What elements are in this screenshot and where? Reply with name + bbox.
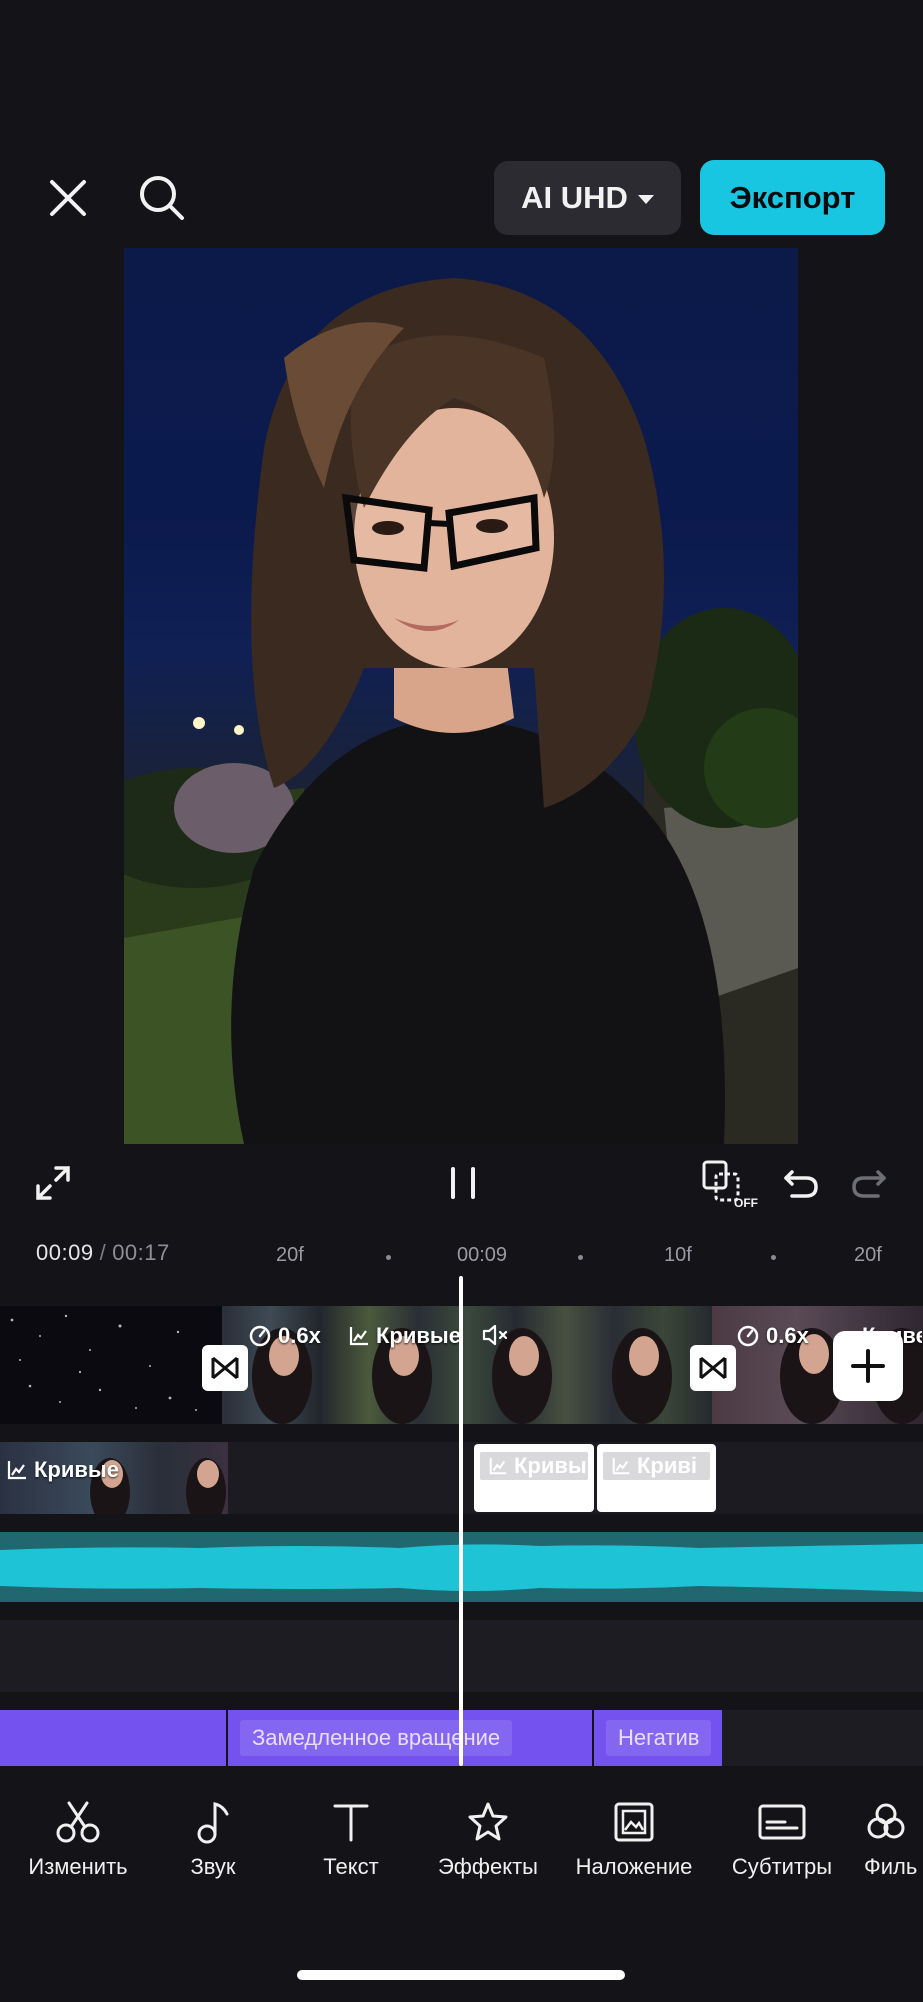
text-icon xyxy=(333,1804,369,1842)
timecode-display: 00:09/00:17 xyxy=(36,1240,170,1266)
overlay-icon xyxy=(614,1802,654,1842)
mute-chip xyxy=(482,1323,510,1347)
effect-label-slow-spin: Замедленное вращение xyxy=(240,1720,513,1756)
ruler-dot xyxy=(386,1255,391,1260)
toolbar-effects[interactable]: Эффекты xyxy=(428,1800,548,1880)
transition-icon xyxy=(699,1356,727,1380)
time-separator: / xyxy=(99,1240,107,1265)
toolbar-label: Филь xyxy=(864,1854,918,1879)
toolbar-audio[interactable]: Звук xyxy=(168,1800,258,1880)
undo-button[interactable] xyxy=(778,1160,824,1206)
ruler-tick: 10f xyxy=(664,1244,692,1266)
fullscreen-button[interactable] xyxy=(30,1160,76,1206)
mute-icon xyxy=(482,1324,508,1346)
undo-icon xyxy=(784,1170,818,1198)
toolbar-label: Текст xyxy=(323,1854,379,1879)
scissors-icon xyxy=(56,1801,100,1843)
effect-label-negative: Негатив xyxy=(606,1720,712,1756)
video-clip-stars[interactable] xyxy=(0,1306,222,1424)
toolbar-label: Изменить xyxy=(28,1854,128,1879)
ruler-tick: 00:09 xyxy=(457,1244,508,1266)
curves-chip: Кривые xyxy=(348,1323,461,1349)
music-note-icon xyxy=(197,1802,229,1844)
fullscreen-icon xyxy=(36,1166,70,1200)
effect-card-label: Криві xyxy=(637,1453,698,1478)
ruler-dot xyxy=(578,1255,583,1260)
home-indicator[interactable] xyxy=(297,1970,625,1980)
search-button[interactable] xyxy=(134,170,190,226)
ruler-dot xyxy=(771,1255,776,1260)
effect-clip[interactable] xyxy=(0,1710,226,1766)
toolbar-text[interactable]: Текст xyxy=(306,1800,396,1880)
curves-icon xyxy=(489,1457,507,1475)
resolution-label: AI UHD xyxy=(521,180,628,215)
toolbar-label: Субтитры xyxy=(731,1854,833,1879)
close-button[interactable] xyxy=(40,170,96,226)
ruler-tick: 20f xyxy=(854,1244,882,1266)
chevron-down-icon xyxy=(637,195,654,204)
pause-button[interactable] xyxy=(440,1160,486,1206)
curves-label: Кривые xyxy=(34,1457,119,1482)
speed-icon xyxy=(737,1325,759,1347)
keyframe-button[interactable]: OFF xyxy=(700,1158,758,1210)
speed-label: 0.6x xyxy=(766,1323,809,1348)
redo-icon xyxy=(852,1170,886,1198)
curves-icon xyxy=(349,1327,368,1346)
speed-icon xyxy=(249,1325,271,1347)
stars-thumbnail xyxy=(10,1314,205,1411)
pause-icon xyxy=(451,1167,475,1199)
speed-chip: 0.6x xyxy=(736,1323,809,1349)
close-icon xyxy=(50,180,86,216)
keyframe-off-label: OFF xyxy=(734,1196,758,1210)
playhead[interactable] xyxy=(459,1276,463,1766)
toolbar-label: Звук xyxy=(190,1854,236,1879)
total-time: 00:17 xyxy=(112,1240,170,1265)
filters-icon xyxy=(867,1803,905,1839)
curves-label: Кривые xyxy=(376,1323,461,1348)
curves-chip: Кривые xyxy=(6,1457,119,1483)
toolbar-filters[interactable]: Филь xyxy=(864,1800,923,1880)
resolution-dropdown[interactable]: AI UHD xyxy=(494,161,681,235)
effect-card[interactable]: Криві xyxy=(597,1444,716,1512)
preview-frame-image xyxy=(124,278,798,1144)
speed-chip: 0.6x xyxy=(248,1323,321,1349)
transition-button[interactable] xyxy=(690,1345,736,1391)
add-clip-button[interactable] xyxy=(833,1331,903,1401)
search-icon xyxy=(140,176,184,220)
toolbar-label: Наложение xyxy=(575,1854,693,1879)
speed-label: 0.6x xyxy=(278,1323,321,1348)
toolbar-label: Эффекты xyxy=(437,1854,538,1879)
effects-track-remainder xyxy=(722,1710,923,1766)
redo-button[interactable] xyxy=(846,1160,892,1206)
curves-icon xyxy=(612,1457,630,1475)
subtitles-icon xyxy=(758,1804,806,1840)
toolbar-subtitles[interactable]: Субтитры xyxy=(722,1800,842,1880)
toolbar-edit[interactable]: Изменить xyxy=(18,1800,138,1880)
effect-card-label-bar: Криві xyxy=(603,1452,710,1480)
transition-icon xyxy=(211,1356,239,1380)
toolbar-overlay[interactable]: Наложение xyxy=(564,1800,704,1880)
plus-icon xyxy=(851,1349,885,1383)
curves-icon xyxy=(7,1461,26,1480)
video-preview[interactable] xyxy=(124,248,798,1144)
export-label: Экспорт xyxy=(729,179,856,215)
effect-card-label-bar: Кривы xyxy=(480,1452,588,1480)
export-button[interactable]: Экспорт xyxy=(700,160,885,235)
effect-card-label: Кривы xyxy=(514,1453,587,1478)
effect-card[interactable]: Кривы xyxy=(474,1444,594,1512)
effects-star-icon xyxy=(468,1802,508,1841)
current-time: 00:09 xyxy=(36,1240,94,1265)
ruler-tick: 20f xyxy=(276,1244,304,1266)
transition-button[interactable] xyxy=(202,1345,248,1391)
